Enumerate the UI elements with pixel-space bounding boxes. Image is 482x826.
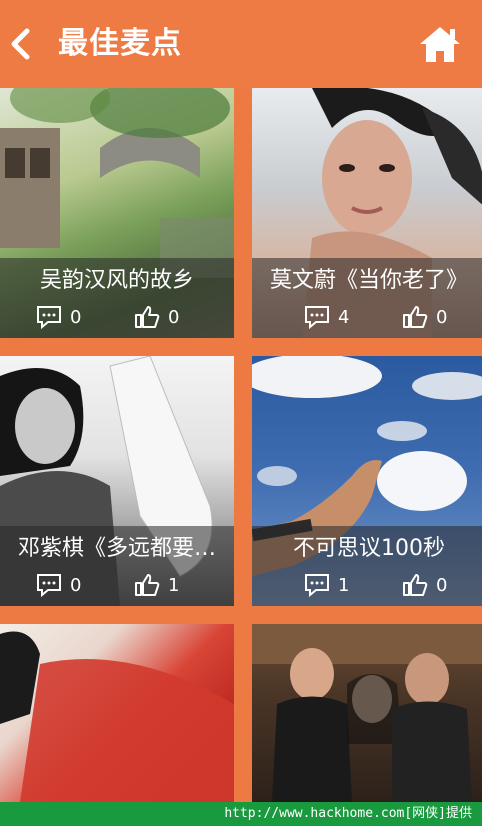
- like-count-value: 0: [168, 306, 180, 328]
- watermark-bar: http://www.hackhome.com[网侠]提供: [0, 802, 482, 826]
- chevron-left-icon: [11, 28, 30, 60]
- comment-count: 1: [304, 572, 349, 598]
- like-count[interactable]: 1: [134, 572, 179, 598]
- comment-count-value: 4: [338, 306, 350, 328]
- card-image: [0, 624, 234, 802]
- comment-count-value: 0: [70, 574, 82, 596]
- like-count-value: 1: [168, 574, 180, 596]
- page-title: 最佳麦点: [58, 26, 182, 61]
- card-caption: 不可思议100秒: [293, 536, 445, 561]
- home-button[interactable]: [414, 20, 466, 68]
- song-card[interactable]: [252, 624, 482, 802]
- comment-count: 0: [36, 304, 81, 330]
- song-card[interactable]: 不可思议100秒 1 0: [252, 356, 482, 606]
- like-count-value: 0: [436, 306, 448, 328]
- song-card[interactable]: 莫文蔚《当你老了》 4 0: [252, 88, 482, 338]
- like-count-value: 0: [436, 574, 448, 596]
- like-count[interactable]: 0: [134, 304, 179, 330]
- comment-icon: [37, 306, 61, 329]
- comment-count: 4: [304, 304, 349, 330]
- card-caption: 邓紫棋《多远都要…: [17, 536, 216, 561]
- comment-icon: [305, 574, 329, 597]
- home-icon: [420, 27, 460, 62]
- like-count[interactable]: 0: [402, 304, 447, 330]
- card-caption: 莫文蔚《当你老了》: [269, 268, 468, 293]
- back-button[interactable]: [0, 18, 40, 70]
- song-card[interactable]: 邓紫棋《多远都要… 0 1: [0, 356, 234, 606]
- comment-count-value: 0: [70, 306, 82, 328]
- comment-count: 0: [36, 572, 81, 598]
- song-card[interactable]: 吴韵汉风的故乡 0 0: [0, 88, 234, 338]
- like-count[interactable]: 0: [402, 572, 447, 598]
- song-grid: 吴韵汉风的故乡 0 0 莫文蔚《当你老了》 4 0 邓紫棋《多远都要… 0 1 …: [0, 88, 482, 802]
- song-card[interactable]: [0, 624, 234, 802]
- thumbs-up-icon: [403, 574, 428, 596]
- comment-count-value: 1: [338, 574, 350, 596]
- comment-icon: [305, 306, 329, 329]
- card-image: [252, 624, 482, 802]
- thumbs-up-icon: [403, 306, 428, 328]
- thumbs-up-icon: [135, 574, 160, 596]
- thumbs-up-icon: [135, 306, 160, 328]
- top-bar: 最佳麦点: [0, 0, 482, 88]
- card-caption: 吴韵汉风的故乡: [39, 268, 194, 293]
- comment-icon: [37, 574, 61, 597]
